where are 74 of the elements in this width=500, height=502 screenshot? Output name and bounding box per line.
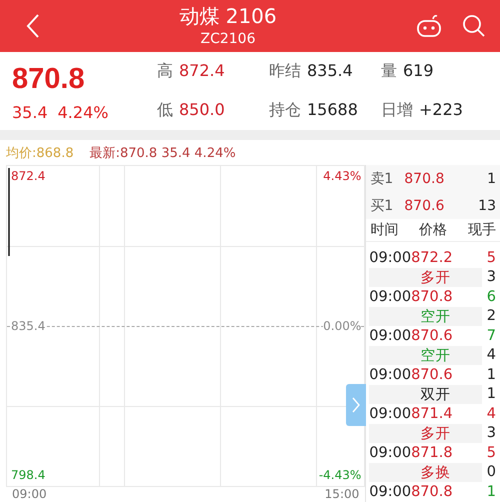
stat-value: 15688 [307, 100, 358, 119]
average-price: 均价:868.8 [6, 144, 74, 162]
trade-volume: 7 [486, 328, 496, 344]
trade-price: 871.4 [411, 406, 454, 422]
trade-volume: 5 [486, 250, 496, 266]
stat-value: 619 [403, 61, 434, 80]
trade-price: 871.8 [411, 444, 454, 461]
instrument-title: 动煤 2106 [179, 3, 277, 29]
column-header: 时间 [370, 221, 398, 239]
axis-label: 872.4 [11, 169, 46, 183]
trade-action: 多开 [369, 268, 482, 287]
trade-time: 09:00 [369, 328, 412, 344]
axis-label: 4.43% [323, 169, 362, 183]
order-quantity: 1 [487, 170, 496, 186]
trade-action: 多换 [369, 462, 482, 482]
trade-price: 870.6 [411, 328, 454, 344]
trade-count: 3 [486, 269, 496, 286]
back-icon[interactable] [26, 13, 40, 39]
axis-label: 15:00 [324, 487, 360, 501]
trade-volume: 1 [486, 484, 496, 500]
axis-label: 798.4 [11, 468, 46, 482]
trade-price: 870.8 [411, 288, 454, 305]
last-price: 870.8 [12, 62, 86, 96]
stat-label: 低 [157, 100, 173, 121]
price-change: 35.4 [12, 102, 48, 122]
stat-label: 昨结 [269, 61, 301, 82]
stat-value: +223 [419, 100, 463, 119]
chevron-right-icon [352, 397, 360, 413]
trade-count: 4 [486, 347, 496, 364]
trade-action: 双开 [369, 384, 482, 404]
stat-label: 量 [381, 61, 397, 82]
trade-count: 0 [486, 464, 496, 480]
order-level-label: 买1 [370, 196, 394, 214]
trade-time: 09:00 [369, 406, 412, 422]
order-quantity: 13 [478, 198, 496, 214]
order-price: 870.6 [404, 198, 446, 214]
trade-time: 09:00 [369, 484, 412, 500]
trade-time: 09:00 [369, 250, 412, 266]
trade-count: 1 [486, 386, 496, 402]
stat-label: 高 [157, 61, 173, 82]
trade-price: 872.2 [411, 250, 454, 266]
change-percent: 4.24% [58, 102, 108, 122]
trade-action: 多开 [369, 424, 482, 443]
trade-volume: 5 [486, 444, 496, 461]
latest-quote: 最新:870.8 35.4 4.24% [90, 144, 236, 162]
stat-value: 835.4 [307, 61, 353, 80]
expand-handle[interactable] [346, 384, 366, 426]
trade-volume: 4 [486, 406, 496, 422]
trade-time: 09:00 [369, 444, 412, 461]
trade-count: 3 [486, 425, 496, 442]
stat-value: 872.4 [179, 61, 225, 80]
trade-time: 09:00 [369, 288, 412, 305]
stat-label: 日增 [381, 100, 413, 121]
trade-price: 870.8 [411, 484, 454, 500]
trade-action: 空开 [369, 346, 482, 365]
trade-price: 870.6 [411, 366, 454, 383]
axis-label: 0.00% [323, 319, 362, 333]
order-level-label: 卖1 [370, 170, 394, 188]
stat-value: 850.0 [179, 100, 225, 119]
trade-time: 09:00 [369, 366, 412, 383]
column-header: 现手 [468, 221, 496, 239]
instrument-code: ZC2106 [200, 30, 256, 49]
axis-label: 835.4 [11, 319, 46, 333]
order-price: 870.8 [404, 170, 446, 186]
stat-label: 持仓 [269, 100, 301, 121]
trade-count: 2 [486, 308, 496, 324]
robot-icon[interactable] [416, 14, 442, 38]
axis-label: -4.43% [318, 468, 362, 482]
search-icon[interactable] [462, 14, 486, 38]
axis-label: 09:00 [12, 487, 47, 501]
trade-volume: 1 [486, 366, 496, 383]
trade-volume: 6 [486, 288, 496, 305]
column-header: 价格 [419, 221, 448, 239]
trade-action: 空开 [369, 306, 482, 326]
